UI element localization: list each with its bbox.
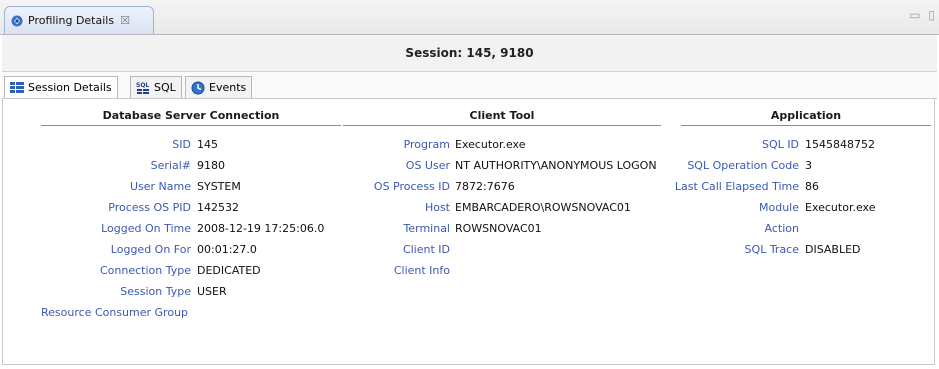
field-value: 145	[197, 138, 218, 151]
field-value: 7872:7676	[455, 180, 515, 193]
session-header: Session: 145, 9180	[2, 35, 937, 72]
field-value: Executor.exe	[455, 138, 526, 151]
field-value: 1545848752	[805, 138, 875, 151]
session-details-panel: Database Server Connection Client Tool A…	[2, 99, 935, 365]
field-value: 3	[805, 159, 812, 172]
field-label: Program	[403, 138, 450, 151]
field-label: Serial#	[150, 159, 191, 172]
field-label: Logged On For	[110, 243, 191, 256]
events-icon	[191, 81, 205, 94]
field-value: DEDICATED	[197, 264, 261, 277]
field-value: 86	[805, 180, 819, 193]
field-label: Logged On Time	[101, 222, 191, 235]
field-label: OS User	[405, 159, 450, 172]
field-value: DISABLED	[805, 243, 861, 256]
field-value: USER	[197, 285, 227, 298]
tab-sql[interactable]: SQL SQL	[130, 76, 182, 98]
profiling-details-view: Profiling Details ☒ ▭ ▯ Session: 145, 91…	[0, 0, 939, 369]
field-label: Session Type	[120, 285, 191, 298]
field-label: SQL ID	[762, 138, 799, 151]
section-divider	[343, 125, 661, 126]
tab-session-details[interactable]: Session Details	[4, 76, 118, 98]
field-value: ROWSNOVAC01	[455, 222, 542, 235]
field-label: Process OS PID	[108, 201, 191, 214]
svg-text:SQL: SQL	[136, 82, 149, 89]
field-label: Terminal	[403, 222, 451, 235]
field-value: Executor.exe	[805, 201, 876, 214]
field-label: Client ID	[402, 243, 450, 256]
field-label: Last Call Elapsed Time	[674, 180, 799, 193]
field-label: SID	[172, 138, 191, 151]
tab-events-label: Events	[209, 81, 247, 94]
view-tab-bar: Profiling Details ☒ ▭ ▯	[0, 0, 939, 35]
field-value: 9180	[197, 159, 225, 172]
section-title-client: Client Tool	[469, 109, 535, 122]
tab-session-details-label: Session Details	[28, 81, 112, 94]
field-value: 00:01:27.0	[197, 243, 257, 256]
field-value: NT AUTHORITY\ANONYMOUS LOGON	[455, 159, 657, 172]
section-divider	[41, 125, 341, 126]
field-label: SQL Trace	[744, 243, 799, 256]
tab-events[interactable]: Events	[185, 76, 253, 98]
field-label: Client Info	[393, 264, 450, 277]
profiling-details-tab[interactable]: Profiling Details ☒	[4, 6, 154, 34]
field-value: SYSTEM	[197, 180, 241, 193]
close-icon[interactable]: ☒	[120, 14, 130, 27]
field-label: Host	[424, 201, 450, 214]
field-value: 2008-12-19 17:25:06.0	[197, 222, 325, 235]
minimize-maximize-icon[interactable]: ▭ ▯	[909, 8, 937, 22]
field-label: User Name	[129, 180, 191, 193]
table-icon	[10, 82, 24, 93]
section-divider	[681, 125, 931, 126]
view-tab-title: Profiling Details	[28, 14, 115, 27]
tab-sql-label: SQL	[154, 81, 176, 94]
field-label: Action	[764, 222, 799, 235]
section-title-database: Database Server Connection	[102, 109, 280, 122]
field-value: 142532	[197, 201, 239, 214]
field-label: Module	[759, 201, 799, 214]
field-label: OS Process ID	[373, 180, 450, 193]
field-label: SQL Operation Code	[687, 159, 799, 172]
section-title-application: Application	[770, 109, 842, 122]
field-label: Resource Consumer Group	[41, 306, 189, 319]
field-value: EMBARCADERO\ROWSNOVAC01	[455, 201, 631, 214]
sql-icon: SQL	[136, 82, 149, 94]
profiling-icon	[11, 15, 23, 26]
details-tab-strip: Session Details SQL SQL Events	[2, 72, 937, 99]
field-label: Connection Type	[99, 264, 191, 277]
